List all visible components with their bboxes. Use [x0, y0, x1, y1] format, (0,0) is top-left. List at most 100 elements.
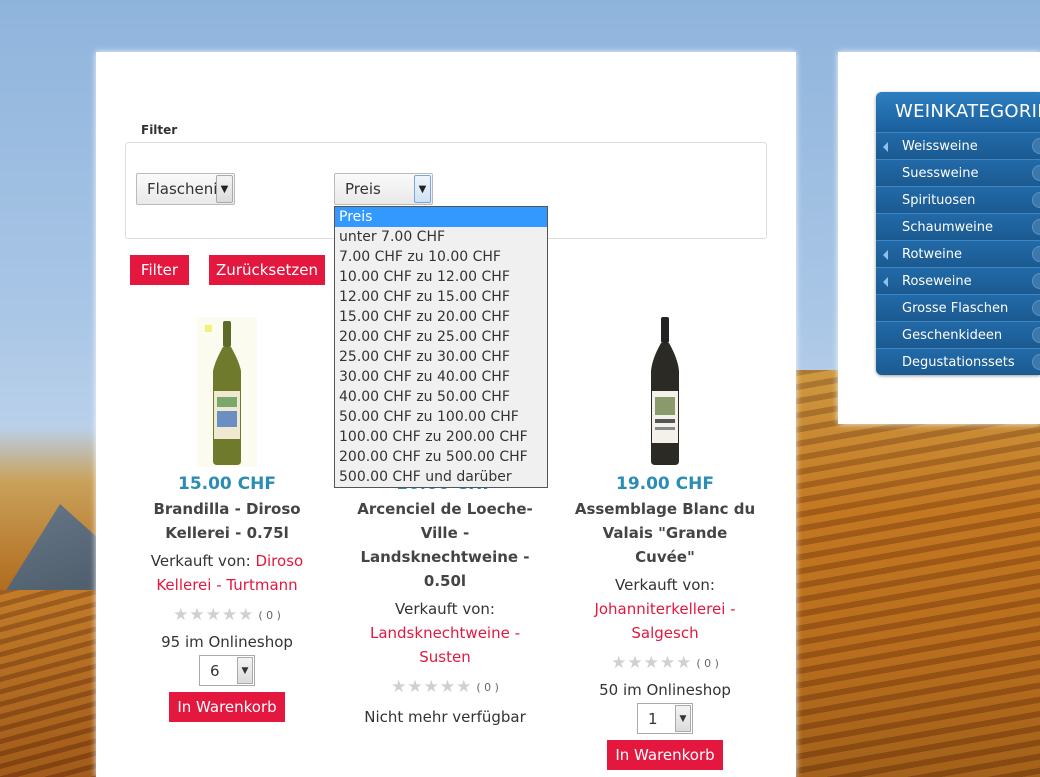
star-icon: ★ [423, 676, 439, 697]
price-option[interactable]: 10.00 CHF zu 12.00 CHF [335, 267, 547, 287]
sold-by: Verkauft von: Diroso Kellerei - Turtmann [127, 549, 327, 597]
filter-button[interactable]: Filter [130, 255, 189, 285]
stock-count: 95 im Onlineshop [161, 633, 293, 651]
price-option[interactable]: 30.00 CHF zu 40.00 CHF [335, 367, 547, 387]
reset-button[interactable]: Zurücksetzen [209, 255, 325, 285]
sold-by: Verkauft von: Landsknechtweine - Susten [345, 597, 545, 669]
price-option[interactable]: 7.00 CHF zu 10.00 CHF [335, 247, 547, 267]
star-icon: ★ [439, 676, 456, 697]
product-name[interactable]: Brandilla - Diroso Kellerei - 0.75l [127, 497, 327, 545]
quantity-value: 6 [210, 661, 220, 680]
price-option[interactable]: 12.00 CHF zu 15.00 CHF [335, 287, 547, 307]
wine-category-menu: WEINKATEGORIEN Weissweine Suessweine Spi… [876, 92, 1040, 375]
rating-count: ( 0 ) [258, 608, 281, 622]
star-icon: ★ [221, 604, 238, 625]
star-icon: ★ [611, 652, 627, 673]
product-image[interactable] [565, 316, 765, 471]
star-icon: ★ [173, 604, 189, 625]
category-label: Grosse Flaschen [902, 301, 1009, 316]
chevron-down-icon: ▼ [237, 657, 253, 684]
circle-icon [1032, 219, 1040, 235]
category-label: Weissweine [902, 139, 978, 154]
category-label: Roseweine [902, 274, 972, 289]
category-label: Geschenkideen [902, 328, 1003, 343]
bottle-size-select-value: Flascheni [147, 180, 216, 198]
price-select[interactable]: Preis ▼ [334, 173, 433, 205]
price-dropdown-list[interactable]: Preis unter 7.00 CHF 7.00 CHF zu 10.00 C… [334, 206, 548, 488]
category-item-geschenkideen[interactable]: Geschenkideen [876, 321, 1040, 348]
chevron-down-icon: ▼ [414, 175, 431, 203]
circle-icon [1032, 354, 1040, 370]
category-item-degustationssets[interactable]: Degustationssets [876, 348, 1040, 375]
price-option[interactable]: 20.00 CHF zu 25.00 CHF [335, 327, 547, 347]
background-vineyard-left [0, 590, 100, 777]
quantity-select[interactable]: 1 ▼ [637, 703, 693, 734]
star-icon: ★ [391, 676, 407, 697]
category-item-roseweine[interactable]: Roseweine [876, 267, 1040, 294]
circle-icon [1032, 165, 1040, 181]
circle-icon [1032, 300, 1040, 316]
price-option[interactable]: 15.00 CHF zu 20.00 CHF [335, 307, 547, 327]
filter-legend: Filter [138, 123, 181, 137]
rating-stars: ★ ★ ★ ★ ★ ( 0 ) [345, 677, 545, 697]
vendor-link[interactable]: Johanniterkellerei - Salgesch [594, 600, 735, 642]
star-icon: ★ [627, 652, 643, 673]
product-image[interactable] [127, 316, 327, 471]
add-to-cart-button[interactable]: In Warenkorb [169, 692, 285, 722]
bottle-size-select[interactable]: Flascheni ▼ [136, 173, 235, 205]
rating-stars: ★ ★ ★ ★ ★ ( 0 ) [127, 605, 327, 625]
star-icon: ★ [407, 676, 423, 697]
category-item-spirituosen[interactable]: Spirituosen [876, 186, 1040, 213]
category-label: Rotweine [902, 247, 962, 262]
category-label: Suessweine [902, 166, 979, 181]
stock-count: 50 im Onlineshop [599, 681, 731, 699]
add-to-cart-button[interactable]: In Warenkorb [607, 740, 723, 770]
expand-arrow-icon[interactable] [883, 142, 888, 152]
sold-by-label: Verkauft von: [395, 600, 495, 618]
circle-icon [1032, 138, 1040, 154]
circle-icon [1032, 192, 1040, 208]
price-option[interactable]: 100.00 CHF zu 200.00 CHF [335, 427, 547, 447]
sold-by-label: Verkauft von: [150, 552, 251, 570]
price-option[interactable]: 25.00 CHF zu 30.00 CHF [335, 347, 547, 367]
product-name[interactable]: Arcenciel de Loeche-Ville - Landsknechtw… [345, 497, 545, 593]
product-card: 15.00 CHF Brandilla - Diroso Kellerei - … [127, 316, 327, 722]
price-option[interactable]: 500.00 CHF und darüber [335, 467, 547, 487]
circle-icon [1032, 273, 1040, 289]
star-icon: ★ [643, 652, 659, 673]
category-item-suessweine[interactable]: Suessweine [876, 159, 1040, 186]
product-card: 19.00 CHF Assemblage Blanc du Valais "Gr… [565, 316, 765, 770]
star-icon: ★ [456, 676, 472, 697]
product-name[interactable]: Assemblage Blanc du Valais "Grande Cuvée… [565, 497, 765, 569]
category-item-rotweine[interactable]: Rotweine [876, 240, 1040, 267]
chevron-down-icon: ▼ [675, 705, 691, 732]
rating-stars: ★ ★ ★ ★ ★ ( 0 ) [565, 653, 765, 673]
category-label: Degustationssets [902, 355, 1015, 370]
product-price: 15.00 CHF [177, 474, 276, 494]
price-option[interactable]: 40.00 CHF zu 50.00 CHF [335, 387, 547, 407]
category-label: Spirituosen [902, 193, 976, 208]
background-vineyard-right [796, 370, 1040, 777]
circle-icon [1032, 246, 1040, 262]
vendor-link[interactable]: Landsknechtweine - Susten [370, 624, 520, 666]
availability-status: Nicht mehr verfügbar [364, 708, 526, 726]
circle-icon [1032, 327, 1040, 343]
category-menu-title: WEINKATEGORIEN [876, 92, 1040, 132]
quantity-value: 1 [648, 709, 658, 728]
product-price: 19.00 CHF [615, 474, 714, 494]
category-label: Schaumweine [902, 220, 993, 235]
quantity-select[interactable]: 6 ▼ [199, 655, 255, 686]
expand-arrow-icon[interactable] [883, 277, 888, 287]
expand-arrow-icon[interactable] [883, 250, 888, 260]
star-icon: ★ [676, 652, 692, 673]
price-option[interactable]: 200.00 CHF zu 500.00 CHF [335, 447, 547, 467]
wine-bottle-icon [197, 317, 257, 467]
category-item-weissweine[interactable]: Weissweine [876, 132, 1040, 159]
price-option[interactable]: Preis [335, 207, 547, 227]
star-icon: ★ [205, 604, 221, 625]
category-item-schaumweine[interactable]: Schaumweine [876, 213, 1040, 240]
price-option[interactable]: unter 7.00 CHF [335, 227, 547, 247]
category-item-grosse-flaschen[interactable]: Grosse Flaschen [876, 294, 1040, 321]
price-option[interactable]: 50.00 CHF zu 100.00 CHF [335, 407, 547, 427]
sold-by-label: Verkauft von: [615, 576, 715, 594]
